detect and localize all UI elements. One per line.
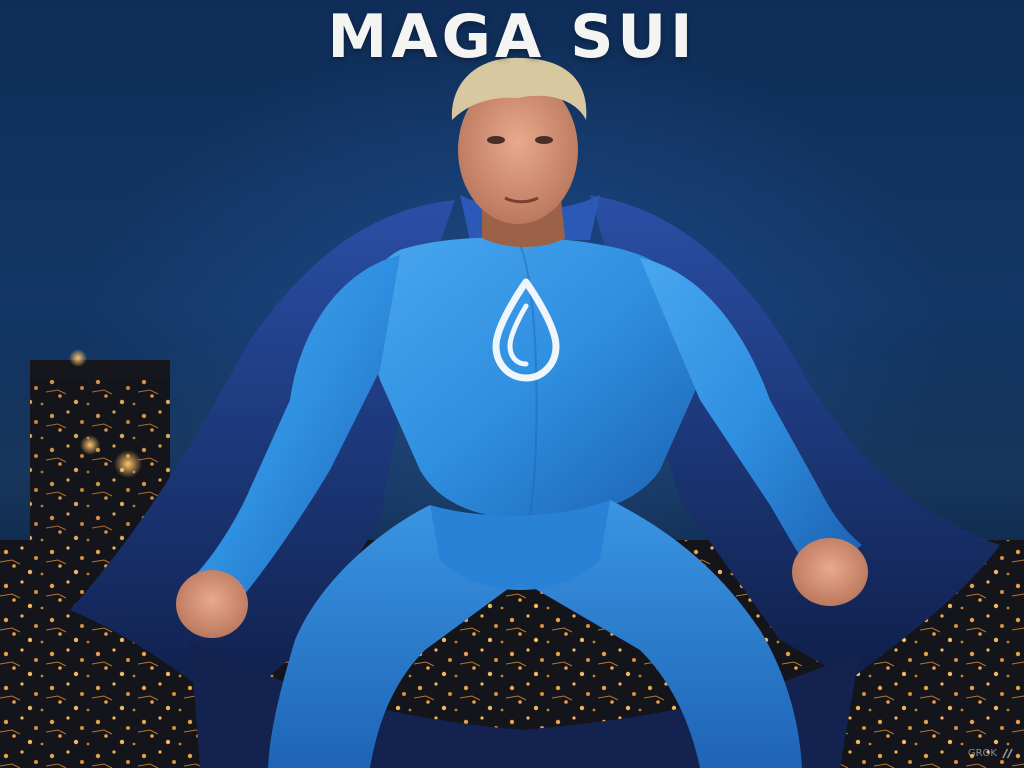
watermark-text: GROK (967, 748, 997, 759)
watermark: GROK (968, 747, 1014, 760)
meme-image: MAGA SUI GROK (0, 0, 1024, 768)
headline-title: MAGA SUI (327, 2, 697, 72)
grok-logo-icon (1002, 748, 1013, 759)
sui-droplet-icon (492, 278, 560, 382)
